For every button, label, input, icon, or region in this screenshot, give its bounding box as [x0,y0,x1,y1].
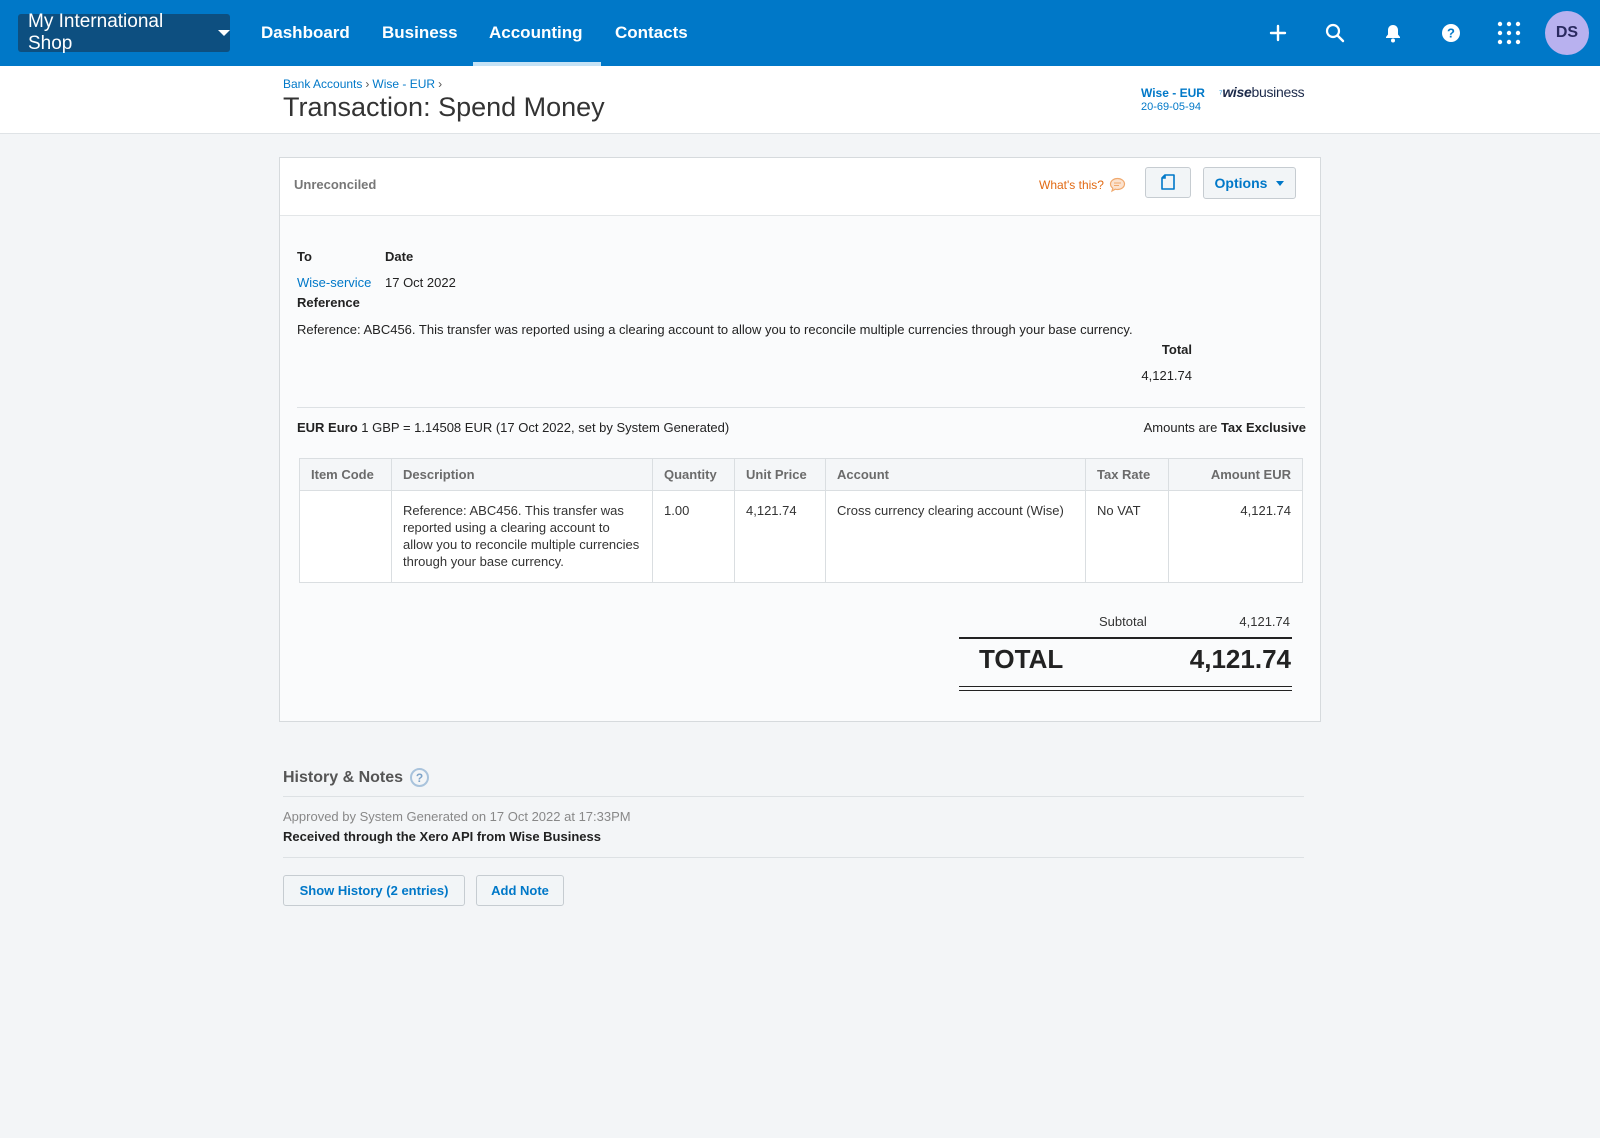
history-notes-heading: History & Notes ? [283,768,430,787]
avatar[interactable]: DS [1545,11,1589,55]
chevron-down-icon [218,30,230,36]
org-switcher-button[interactable]: My International Shop [18,11,230,54]
cell-quantity: 1.00 [652,490,735,583]
col-unit-price: Unit Price [734,458,826,491]
to-label: To [297,249,312,264]
tax-mode-value: Tax Exclusive [1220,420,1306,435]
breadcrumb-separator: › [438,77,443,91]
date-value: 17 Oct 2022 [385,275,456,290]
options-label: Options [1214,175,1268,191]
total-divider [959,637,1292,639]
nav-business[interactable]: Business [382,0,458,66]
status-badge: Unreconciled [294,177,377,192]
page-header: Bank Accounts › Wise - EUR › Transaction: S… [0,66,1600,134]
top-nav: My International Shop Dashboard Business… [0,0,1600,66]
tax-mode-line: Amounts are Tax Exclusive [1144,420,1306,435]
nav-dashboard[interactable]: Dashboard [261,0,350,66]
plus-icon[interactable] [1264,19,1292,47]
chevron-down-icon [1276,180,1285,186]
table-row: Reference: ABC456. This transfer was rep… [299,490,1303,583]
cell-unit-price: 4,121.74 [734,490,826,583]
breadcrumb-separator: › [365,77,370,91]
amounts-are-label: Amounts are [1143,420,1218,435]
nav-accounting[interactable]: Accounting [473,0,600,66]
line-items-table: Item Code Description Quantity Unit Pric… [299,458,1303,583]
svg-text:?: ? [1447,26,1455,41]
col-account: Account [825,458,1086,491]
history-entry-note: Received through the Xero API from Wise … [283,829,601,844]
subtotal-value: 4,121.74 [1239,614,1290,629]
reference-value: Reference: ABC456. This transfer was rep… [297,322,1133,337]
show-history-button[interactable]: Show History (2 entries) [283,875,465,906]
breadcrumb-wise-eur[interactable]: Wise - EUR [372,77,435,91]
cell-tax-rate: No VAT [1085,490,1169,583]
total-label: Total [1161,342,1192,357]
col-description: Description [391,458,653,491]
grand-total-value: 4,121.74 [1189,644,1291,674]
exchange-rate: 1 GBP = 1.14508 EUR (17 Oct 2022, set by… [361,420,730,435]
currency-code: EUR Euro [297,420,358,435]
divider [297,407,1305,408]
options-button[interactable]: Options [1203,167,1296,199]
org-name: My International Shop [28,11,164,54]
divider [283,857,1304,858]
copy-button[interactable] [1145,167,1191,198]
grand-total-label: TOTAL [979,644,1064,674]
history-notes-title: History & Notes [283,768,404,786]
bank-account-name[interactable]: Wise - EUR [1141,86,1205,100]
wise-business-logo: ⁷wisebusiness [1219,84,1305,100]
history-entry-meta: Approved by System Generated on 17 Oct 2… [283,809,631,824]
contact-link[interactable]: Wise-service [297,275,371,290]
date-label: Date [385,249,414,264]
col-quantity: Quantity [652,458,735,491]
add-note-button[interactable]: Add Note [476,875,564,906]
help-icon[interactable]: ? [410,768,430,787]
currency-line: EUR Euro 1 GBP = 1.14508 EUR (17 Oct 202… [297,420,729,435]
breadcrumb: Bank Accounts › Wise - EUR › [283,77,445,91]
col-tax-rate: Tax Rate [1085,458,1169,491]
col-amount: Amount EUR [1168,458,1303,491]
help-icon[interactable]: ? [1437,19,1465,47]
whats-this-link[interactable]: What's this? [1039,177,1126,193]
total-value: 4,121.74 [1141,368,1192,383]
total-double-rule [959,686,1292,691]
speech-bubble-icon [1109,177,1126,193]
cell-description: Reference: ABC456. This transfer was rep… [391,490,653,583]
cell-item-code [299,490,392,583]
whats-this-label: What's this? [1039,178,1104,192]
reference-label: Reference [297,295,360,310]
panel-toolbar: Unreconciled What's this? Options [280,158,1320,216]
bank-account-number: 20-69-05-94 [1141,101,1201,113]
bell-icon[interactable] [1379,19,1407,47]
search-icon[interactable] [1321,19,1349,47]
table-header-row: Item Code Description Quantity Unit Pric… [299,458,1303,491]
subtotal-label: Subtotal [1099,614,1147,629]
apps-grid-icon[interactable] [1495,19,1523,47]
copy-icon [1161,173,1175,190]
cell-account: Cross currency clearing account (Wise) [825,490,1086,583]
divider [283,796,1304,797]
nav-contacts[interactable]: Contacts [615,0,688,66]
col-item-code: Item Code [299,458,392,491]
breadcrumb-bank-accounts[interactable]: Bank Accounts [283,77,362,91]
page-title: Transaction: Spend Money [283,92,605,122]
cell-amount: 4,121.74 [1168,490,1303,583]
transaction-panel: Unreconciled What's this? Options To Dat… [279,157,1321,722]
